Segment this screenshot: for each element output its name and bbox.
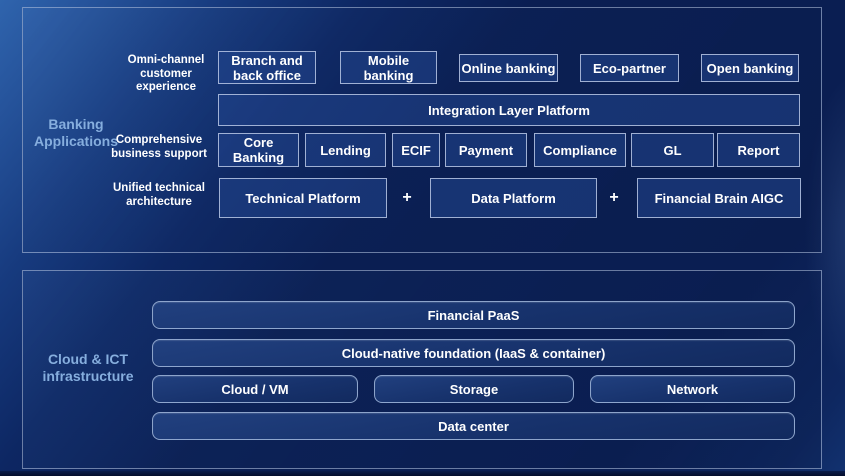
box-data-center: Data center <box>152 412 795 440</box>
box-integration-layer-platform: Integration Layer Platform <box>218 94 800 126</box>
box-cloud-vm: Cloud / VM <box>152 375 358 403</box>
box-core-banking: Core Banking <box>218 133 299 167</box>
box-cloud-native-foundation: Cloud-native foundation (IaaS & containe… <box>152 339 795 367</box>
box-network: Network <box>590 375 795 403</box>
business-support-row-label: Comprehensive business support <box>106 134 212 161</box>
box-online-banking: Online banking <box>459 54 558 82</box>
cloud-ict-label: Cloud & ICT infrastructure <box>34 351 142 385</box>
plus-sign-2: + <box>603 178 625 218</box>
box-branch-and-back-office: Branch and back office <box>218 51 316 84</box>
box-financial-brain-aigc: Financial Brain AIGC <box>637 178 801 218</box>
architecture-diagram: Banking Applications Cloud & ICT infrast… <box>0 0 845 476</box>
technical-architecture-row-label: Unified technical architecture <box>106 182 212 209</box>
box-open-banking: Open banking <box>701 54 799 82</box>
box-data-platform: Data Platform <box>430 178 597 218</box>
box-storage: Storage <box>374 375 574 403</box>
box-report: Report <box>717 133 800 167</box>
box-eco-partner: Eco-partner <box>580 54 679 82</box>
box-mobile-banking: Mobile banking <box>340 51 437 84</box>
plus-sign-1: + <box>396 178 418 218</box>
omni-channel-row-label: Omni-channel customer experience <box>118 54 214 95</box>
box-compliance: Compliance <box>534 133 626 167</box>
box-technical-platform: Technical Platform <box>219 178 387 218</box>
box-gl: GL <box>631 133 714 167</box>
box-payment: Payment <box>445 133 527 167</box>
box-financial-paas: Financial PaaS <box>152 301 795 329</box>
box-ecif: ECIF <box>392 133 440 167</box>
box-lending: Lending <box>305 133 386 167</box>
bottom-edge-strip <box>0 471 845 476</box>
